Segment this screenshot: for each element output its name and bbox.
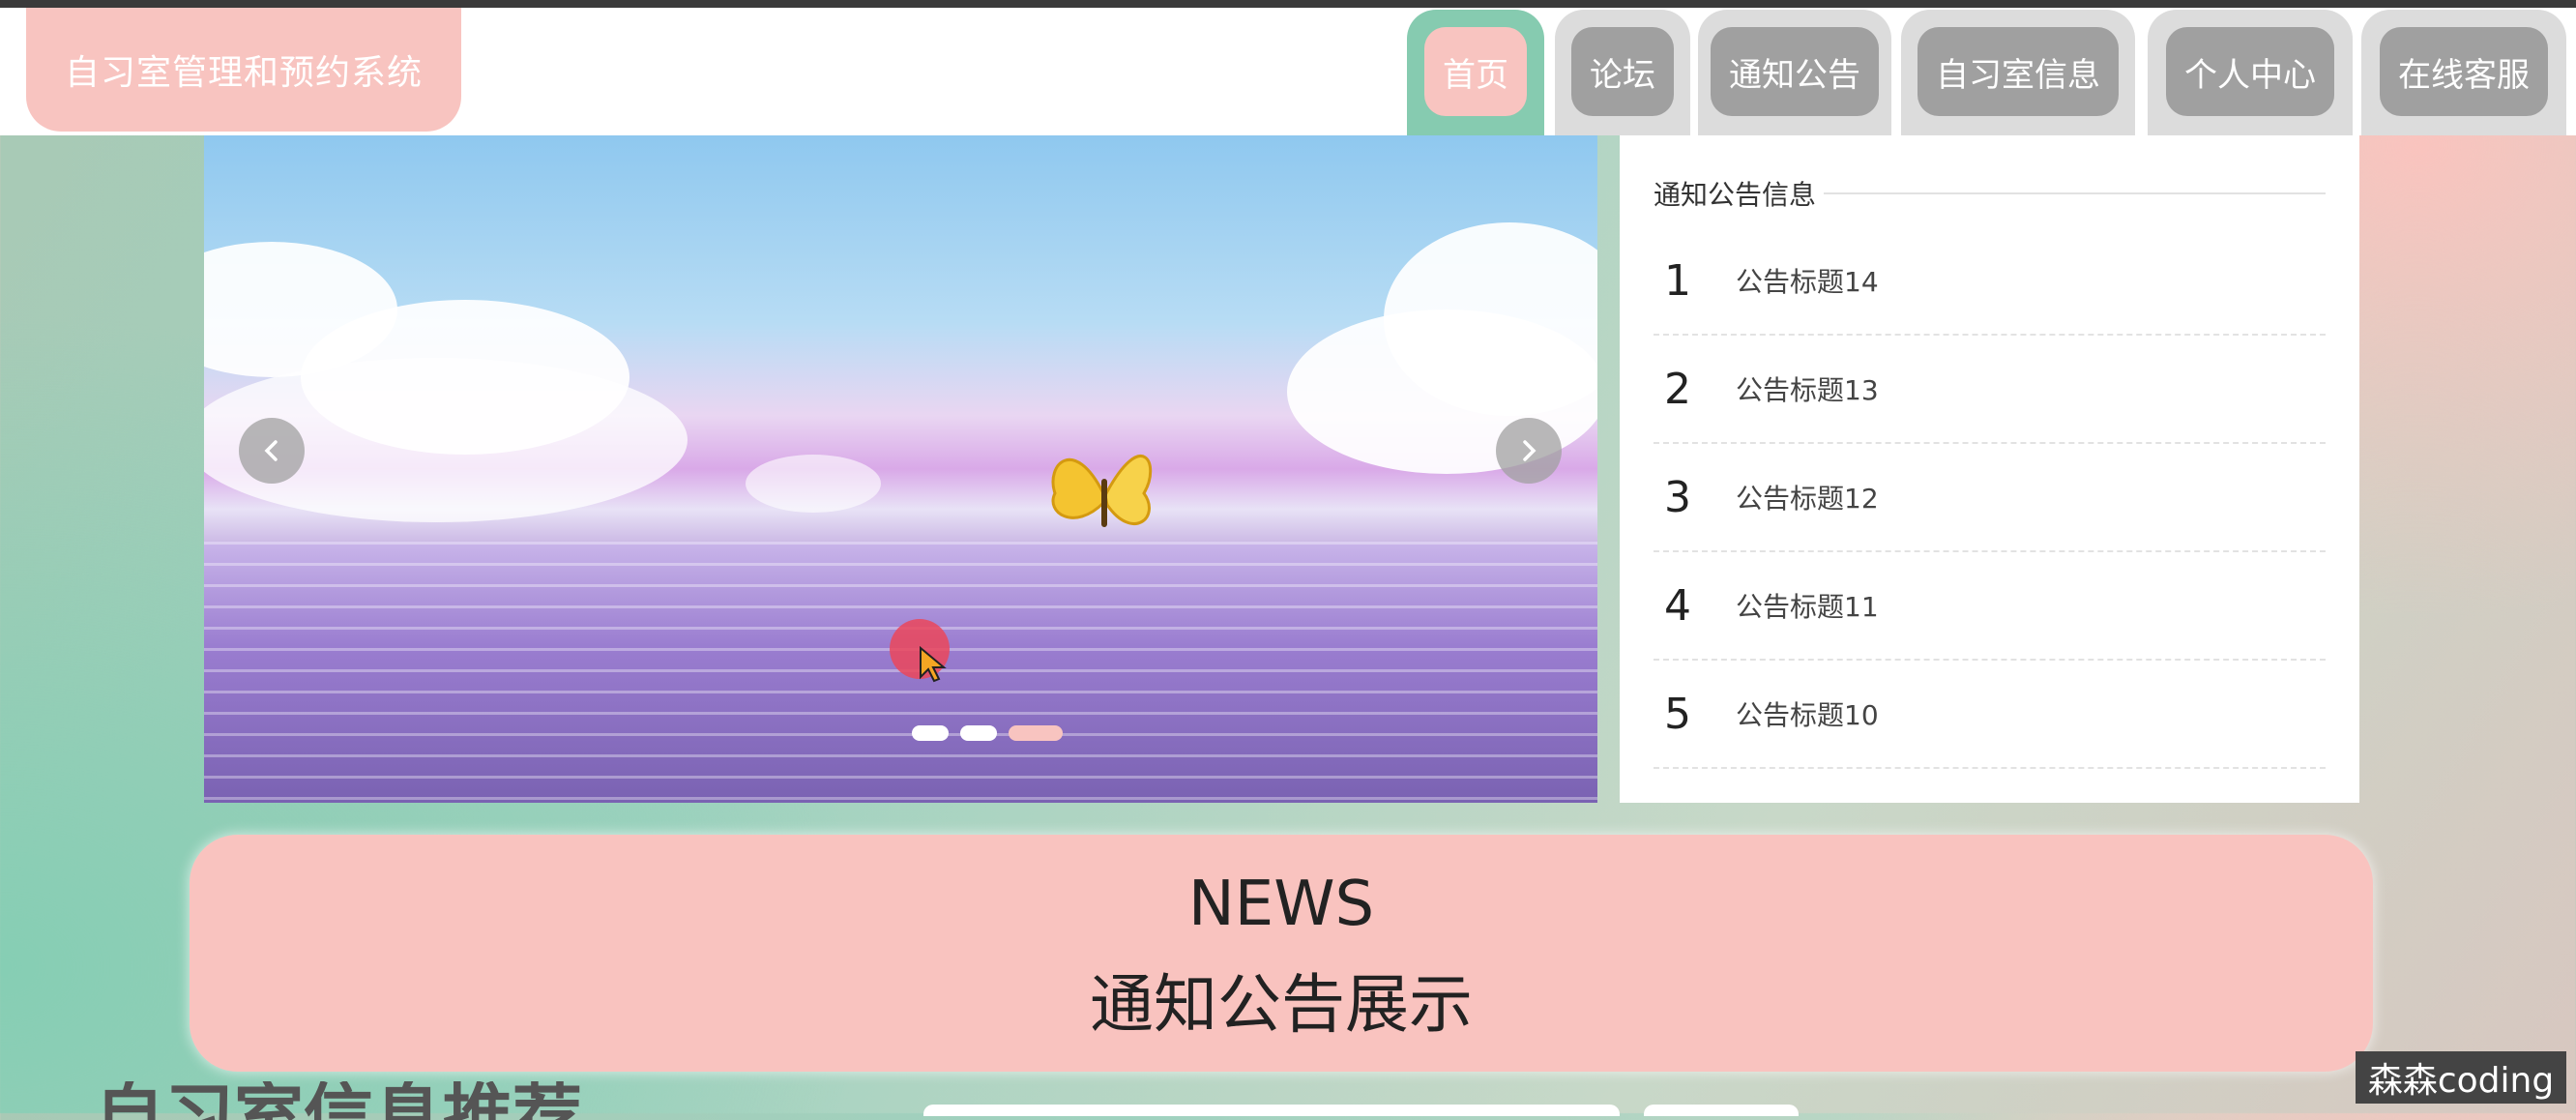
next-section-card: [923, 1105, 1620, 1116]
news-section-cn-title: 通知公告展示: [1090, 967, 1473, 1042]
nav-forum[interactable]: 论坛: [1555, 10, 1690, 135]
chevron-right-icon: [1523, 440, 1537, 461]
divider: [1824, 192, 2326, 194]
mouse-pointer-icon: [920, 646, 947, 683]
notice-item[interactable]: 2 公告标题13: [1654, 336, 2326, 444]
chevron-left-icon: [264, 440, 278, 461]
nav-customer-service[interactable]: 在线客服: [2361, 10, 2566, 135]
notice-number: 2: [1664, 364, 1691, 414]
notice-item[interactable]: 1 公告标题14: [1654, 227, 2326, 336]
news-section-banner: NEWS 通知公告展示: [190, 835, 2373, 1072]
notice-title-text: 公告标题10: [1736, 699, 1879, 731]
carousel-dot[interactable]: [912, 725, 949, 741]
news-section-en-title: NEWS: [1187, 869, 1375, 940]
carousel-prev-button[interactable]: [239, 418, 305, 484]
notice-number: 3: [1664, 472, 1691, 522]
nav-study-rooms-label: 自习室信息: [1917, 27, 2119, 116]
nav-notices[interactable]: 通知公告: [1698, 10, 1891, 135]
nav-customer-service-label: 在线客服: [2380, 27, 2548, 116]
window-top-edge: [0, 0, 2576, 8]
notice-panel: 通知公告信息 1 公告标题14 2 公告标题13 3 公告标题12 4 公告标题…: [1620, 135, 2359, 803]
notice-title-text: 公告标题13: [1736, 374, 1879, 406]
next-section-card: [1644, 1105, 1799, 1116]
carousel-dot[interactable]: [960, 725, 997, 741]
watermark: 森森coding: [2356, 1051, 2566, 1104]
notice-title-text: 公告标题12: [1736, 483, 1879, 515]
notice-number: 5: [1664, 689, 1691, 739]
notice-panel-header: 通知公告信息: [1654, 174, 2326, 213]
nav-notices-label: 通知公告: [1711, 27, 1879, 116]
notice-title-text: 公告标题14: [1736, 266, 1879, 298]
carousel-indicators: [912, 725, 1063, 741]
nav-personal-center[interactable]: 个人中心: [2148, 10, 2353, 135]
nav-home-label: 首页: [1424, 27, 1527, 116]
nav-personal-center-label: 个人中心: [2166, 27, 2334, 116]
notice-title-text: 公告标题11: [1736, 591, 1879, 623]
notice-item[interactable]: 3 公告标题12: [1654, 444, 2326, 552]
butterfly-image: [1051, 455, 1153, 527]
notice-number: 4: [1664, 580, 1691, 631]
nav-study-rooms[interactable]: 自习室信息: [1901, 10, 2135, 135]
nav-forum-label: 论坛: [1571, 27, 1674, 116]
carousel-dot-active[interactable]: [1009, 725, 1063, 741]
notice-panel-title: 通知公告信息: [1654, 179, 1817, 211]
carousel-next-button[interactable]: [1496, 418, 1562, 484]
cloud-shape: [746, 455, 881, 513]
next-section-heading: 自习室信息推荐: [95, 1081, 582, 1120]
carousel[interactable]: [204, 135, 1597, 803]
notice-item[interactable]: 4 公告标题11: [1654, 552, 2326, 661]
site-logo[interactable]: 自习室管理和预约系统: [26, 8, 461, 132]
notice-number: 1: [1664, 255, 1691, 306]
nav-home[interactable]: 首页: [1407, 10, 1544, 135]
notice-item[interactable]: 5 公告标题10: [1654, 661, 2326, 769]
